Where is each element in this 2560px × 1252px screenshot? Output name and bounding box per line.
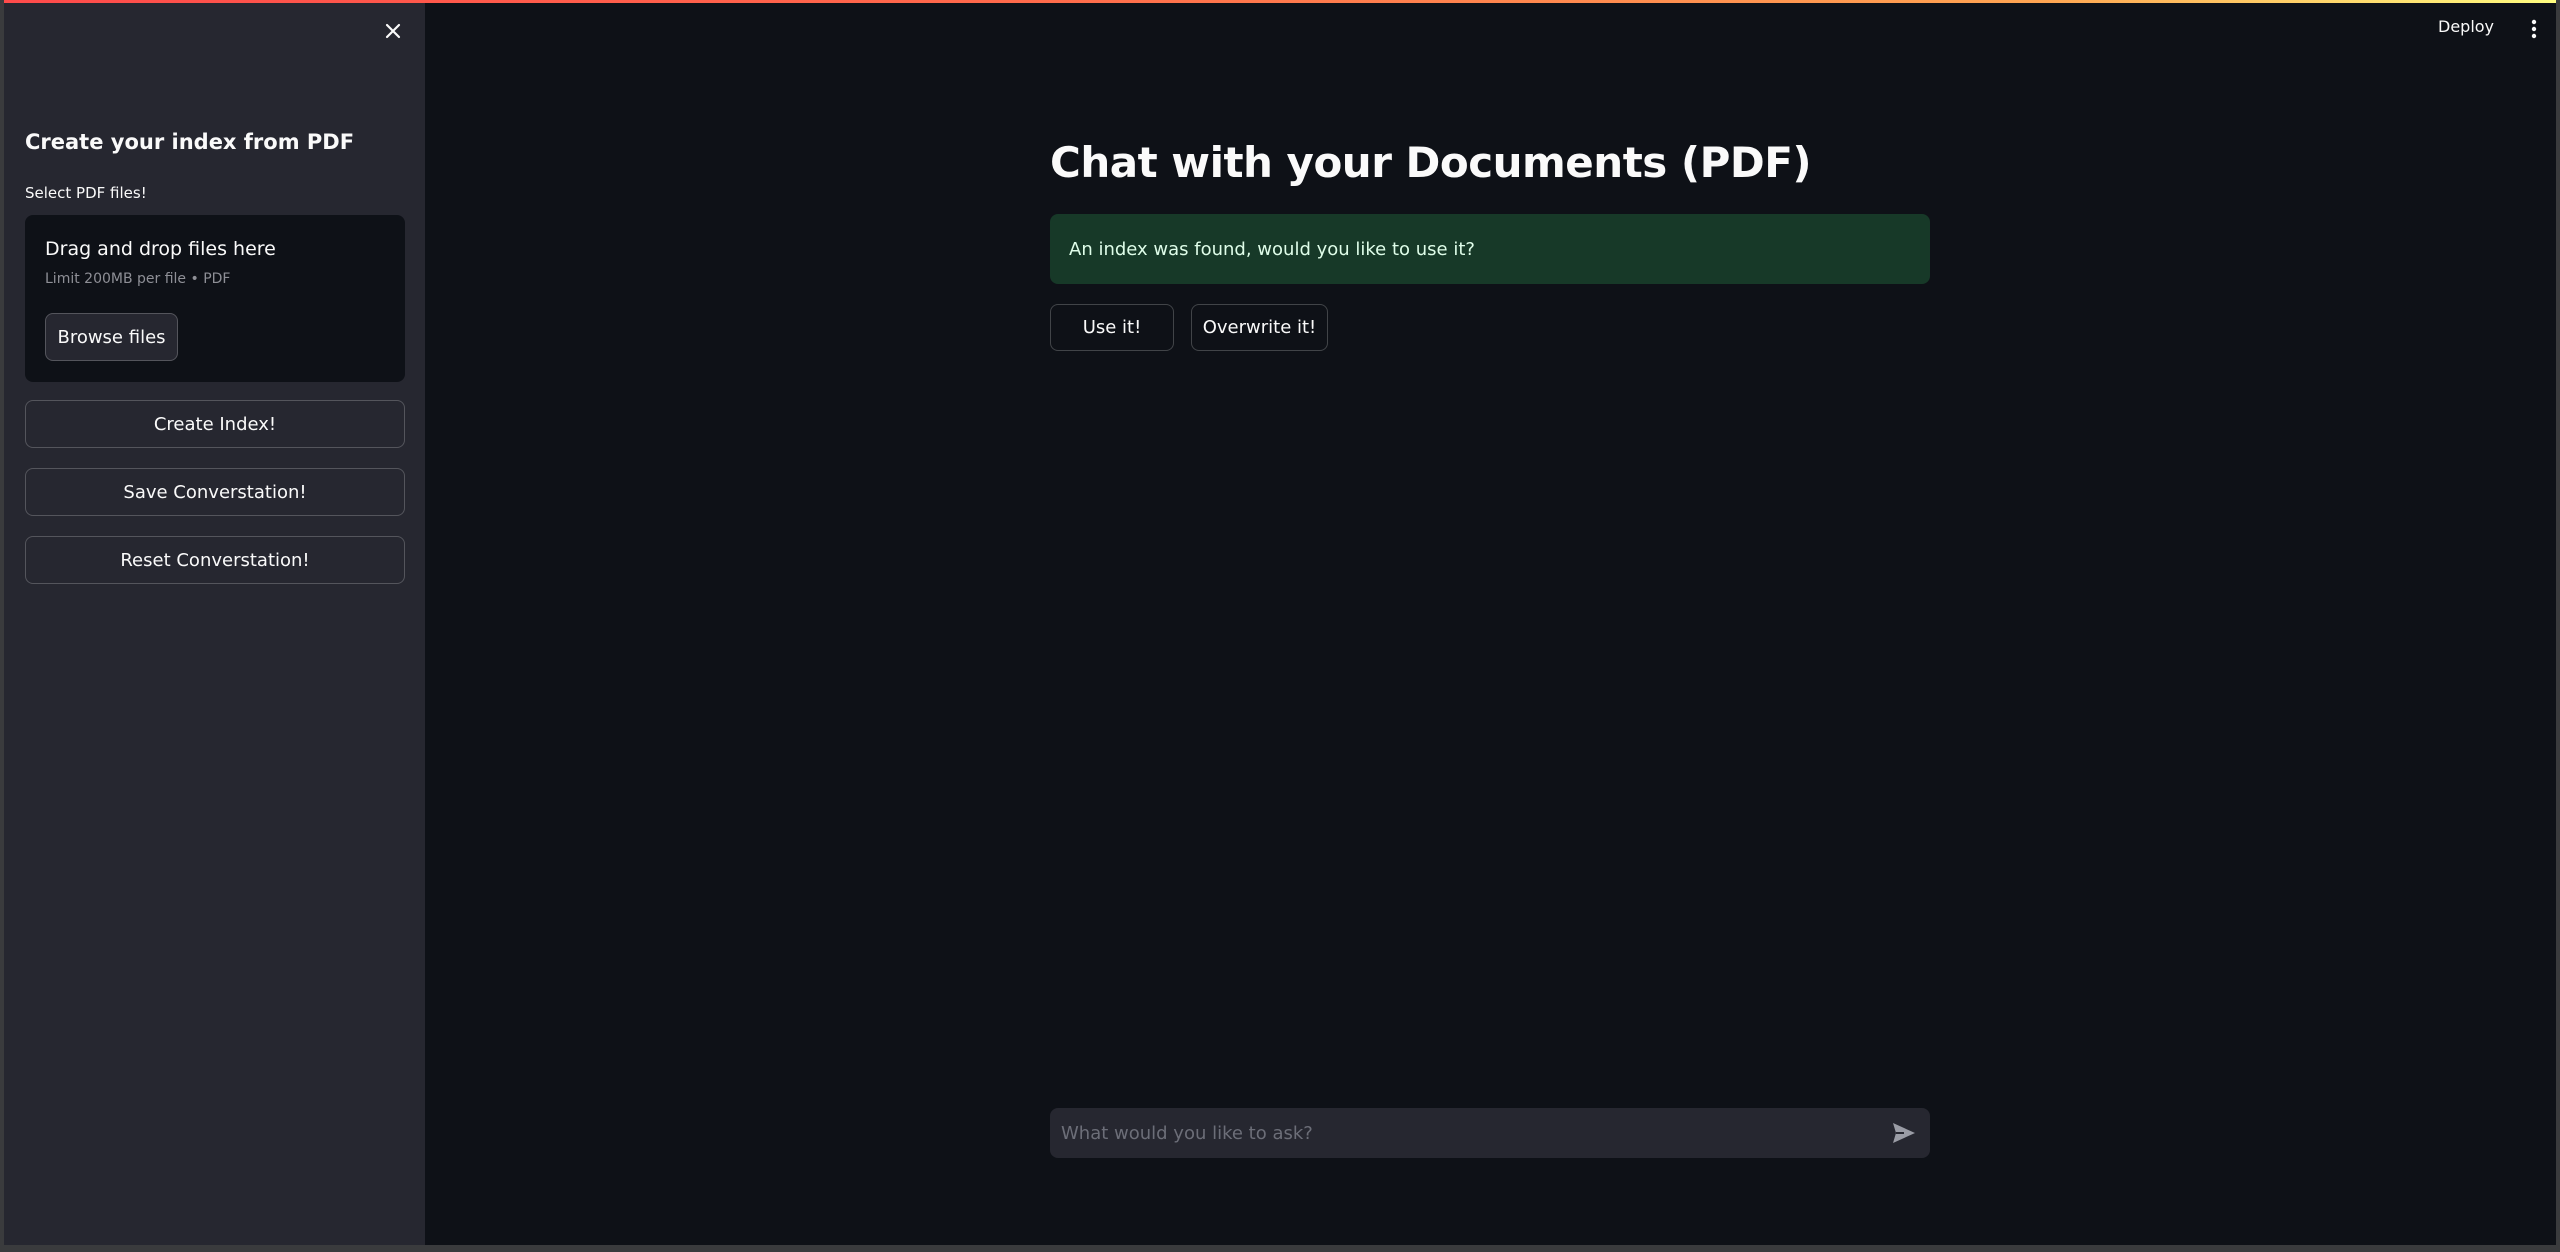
save-conversation-button[interactable]: Save Converstation! bbox=[25, 468, 405, 516]
sidebar-title: Create your index from PDF bbox=[25, 130, 355, 154]
dropzone-title: Drag and drop files here bbox=[45, 238, 276, 260]
deploy-button[interactable]: Deploy bbox=[2438, 17, 2494, 36]
send-button[interactable] bbox=[1890, 1120, 1918, 1146]
more-vertical-icon bbox=[2531, 19, 2537, 39]
sidebar: Create your index from PDF Select PDF fi… bbox=[4, 0, 425, 1245]
success-alert: An index was found, would you like to us… bbox=[1050, 214, 1930, 284]
reset-conversation-button[interactable]: Reset Converstation! bbox=[25, 536, 405, 584]
create-index-button[interactable]: Create Index! bbox=[25, 400, 405, 448]
close-sidebar-button[interactable] bbox=[379, 17, 407, 45]
close-icon bbox=[385, 23, 401, 39]
uploader-label: Select PDF files! bbox=[25, 184, 147, 202]
page-title: Chat with your Documents (PDF) bbox=[1050, 138, 1812, 187]
dropzone-limit: Limit 200MB per file • PDF bbox=[45, 271, 231, 287]
use-index-button[interactable]: Use it! bbox=[1050, 304, 1174, 351]
main-menu-button[interactable] bbox=[2524, 14, 2544, 44]
overwrite-index-button[interactable]: Overwrite it! bbox=[1191, 304, 1328, 351]
send-icon bbox=[1893, 1123, 1915, 1143]
top-decoration-bar bbox=[4, 0, 2556, 3]
chat-input-container bbox=[1050, 1108, 1930, 1158]
chat-input[interactable] bbox=[1050, 1108, 1870, 1158]
app-window: Create your index from PDF Select PDF fi… bbox=[4, 0, 2556, 1245]
browse-files-button[interactable]: Browse files bbox=[45, 313, 178, 361]
file-dropzone[interactable]: Drag and drop files here Limit 200MB per… bbox=[25, 215, 405, 382]
